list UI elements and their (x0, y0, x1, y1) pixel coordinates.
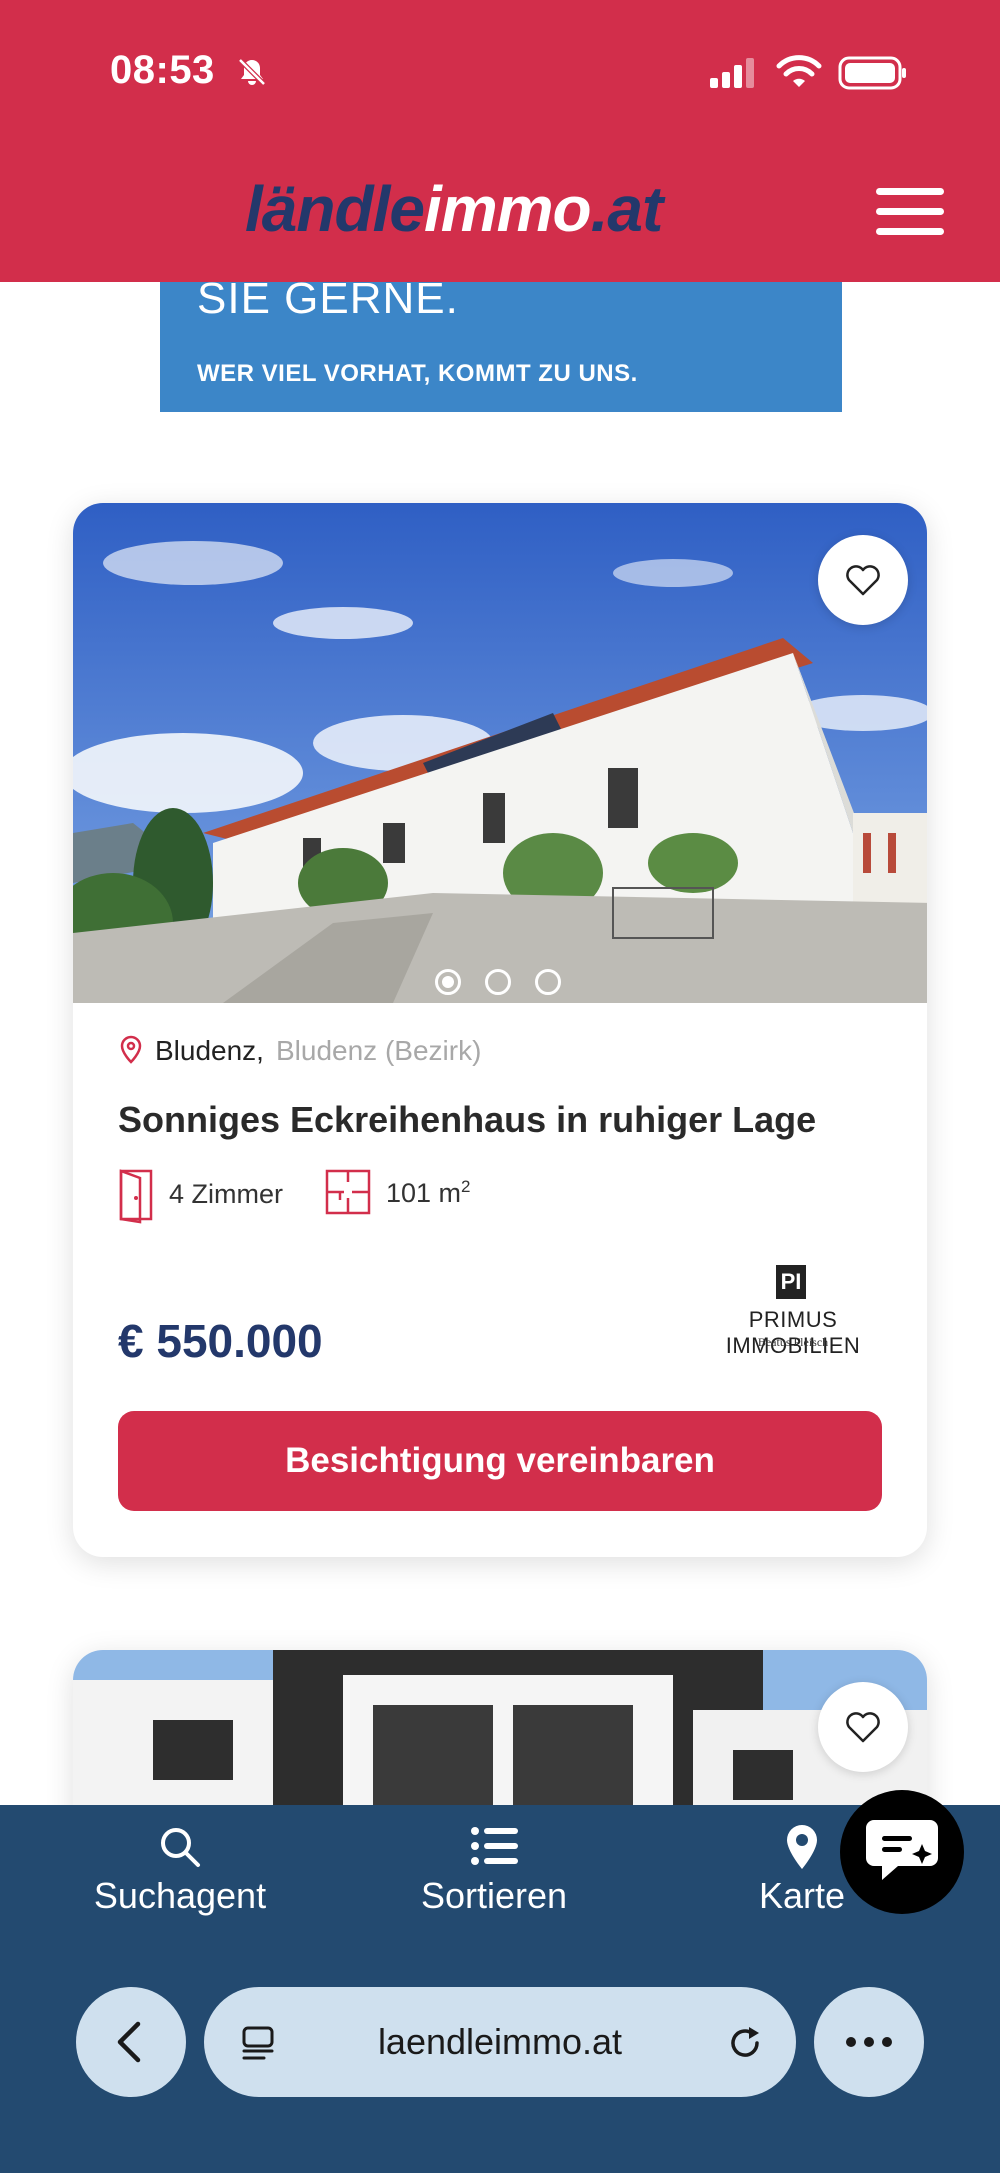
battery-icon (838, 56, 906, 90)
nav-sortieren[interactable]: Sortieren (384, 1805, 604, 1925)
listing-title[interactable]: Sonniges Eckreihenhaus in ruhiger Lage (118, 1099, 816, 1141)
browser-back-button[interactable] (76, 1987, 186, 2097)
door-icon (119, 1169, 153, 1224)
nav-label: Karte (758, 1875, 846, 1916)
listing-rooms: 4 Zimmer (169, 1179, 283, 1209)
location-pin-icon (120, 1035, 142, 1064)
favorite-button[interactable] (818, 1682, 908, 1772)
chevron-left-icon (117, 2021, 141, 2063)
browser-more-button[interactable] (814, 1987, 924, 2097)
chat-sparkle-icon (866, 1820, 938, 1880)
hamburger-menu-icon[interactable] (876, 188, 946, 236)
carousel-dot-3[interactable] (535, 969, 561, 995)
signal-icon (710, 58, 754, 88)
nav-suchagent[interactable]: Suchagent (60, 1805, 300, 1925)
listing-district: Bludenz (Bezirk) (276, 1035, 482, 1066)
heart-icon (846, 565, 880, 596)
listing-area-unit: 2 (461, 1177, 471, 1196)
status-time: 08:53 (110, 48, 215, 92)
logo-part-3: .at (590, 173, 664, 245)
banner-tagline: WER VIEL VORHAT, KOMMT ZU UNS. (197, 360, 638, 387)
browser-url-bar[interactable]: laendleimmo.at (204, 1987, 796, 2097)
listing-price: € 550.000 (118, 1315, 323, 1367)
reload-icon[interactable] (725, 2023, 765, 2063)
ad-banner[interactable]: SIE GERNE. WER VIEL VORHAT, KOMMT ZU UNS… (160, 282, 842, 412)
agent-name: PRIMUS IMMOBILIEN (725, 1307, 861, 1358)
heart-icon (846, 1712, 880, 1743)
site-header: 08:53 ländleimmo.at (0, 0, 1000, 282)
banner-headline: SIE GERNE. (197, 282, 459, 323)
listing-photo[interactable] (73, 503, 927, 1003)
wifi-icon (776, 55, 822, 87)
listing-city: Bludenz, (155, 1035, 264, 1066)
floorplan-icon (325, 1169, 371, 1215)
nav-label: Sortieren (420, 1875, 568, 1916)
schedule-viewing-button[interactable]: Besichtigung vereinbaren (118, 1411, 882, 1511)
list-icon (471, 1827, 518, 1865)
agent-subtitle: Beatus Fleisch (757, 1335, 829, 1349)
favorite-button[interactable] (818, 535, 908, 625)
more-horizontal-icon (846, 2037, 892, 2047)
logo-part-2: immo (423, 173, 592, 245)
nav-label: Suchagent (93, 1875, 267, 1916)
browser-url-text: laendleimmo.at (377, 2021, 623, 2062)
map-pin-icon (787, 1825, 817, 1869)
logo-part-1: ländle (245, 173, 425, 245)
listing-area-value: 101 m (386, 1178, 462, 1208)
site-logo[interactable]: ländleimmo.at (245, 172, 664, 246)
ai-chat-button[interactable] (840, 1790, 964, 1914)
carousel-dot-1[interactable] (435, 969, 461, 995)
agent-logo-mark: PI (776, 1265, 806, 1299)
listing-area: 101 m2 (386, 1177, 471, 1209)
search-icon (161, 1828, 200, 1867)
listing-card[interactable]: Bludenz, Bludenz (Bezirk) Sonniges Eckre… (73, 503, 927, 1557)
carousel-dot-2[interactable] (485, 969, 511, 995)
bell-muted-icon (238, 58, 266, 86)
